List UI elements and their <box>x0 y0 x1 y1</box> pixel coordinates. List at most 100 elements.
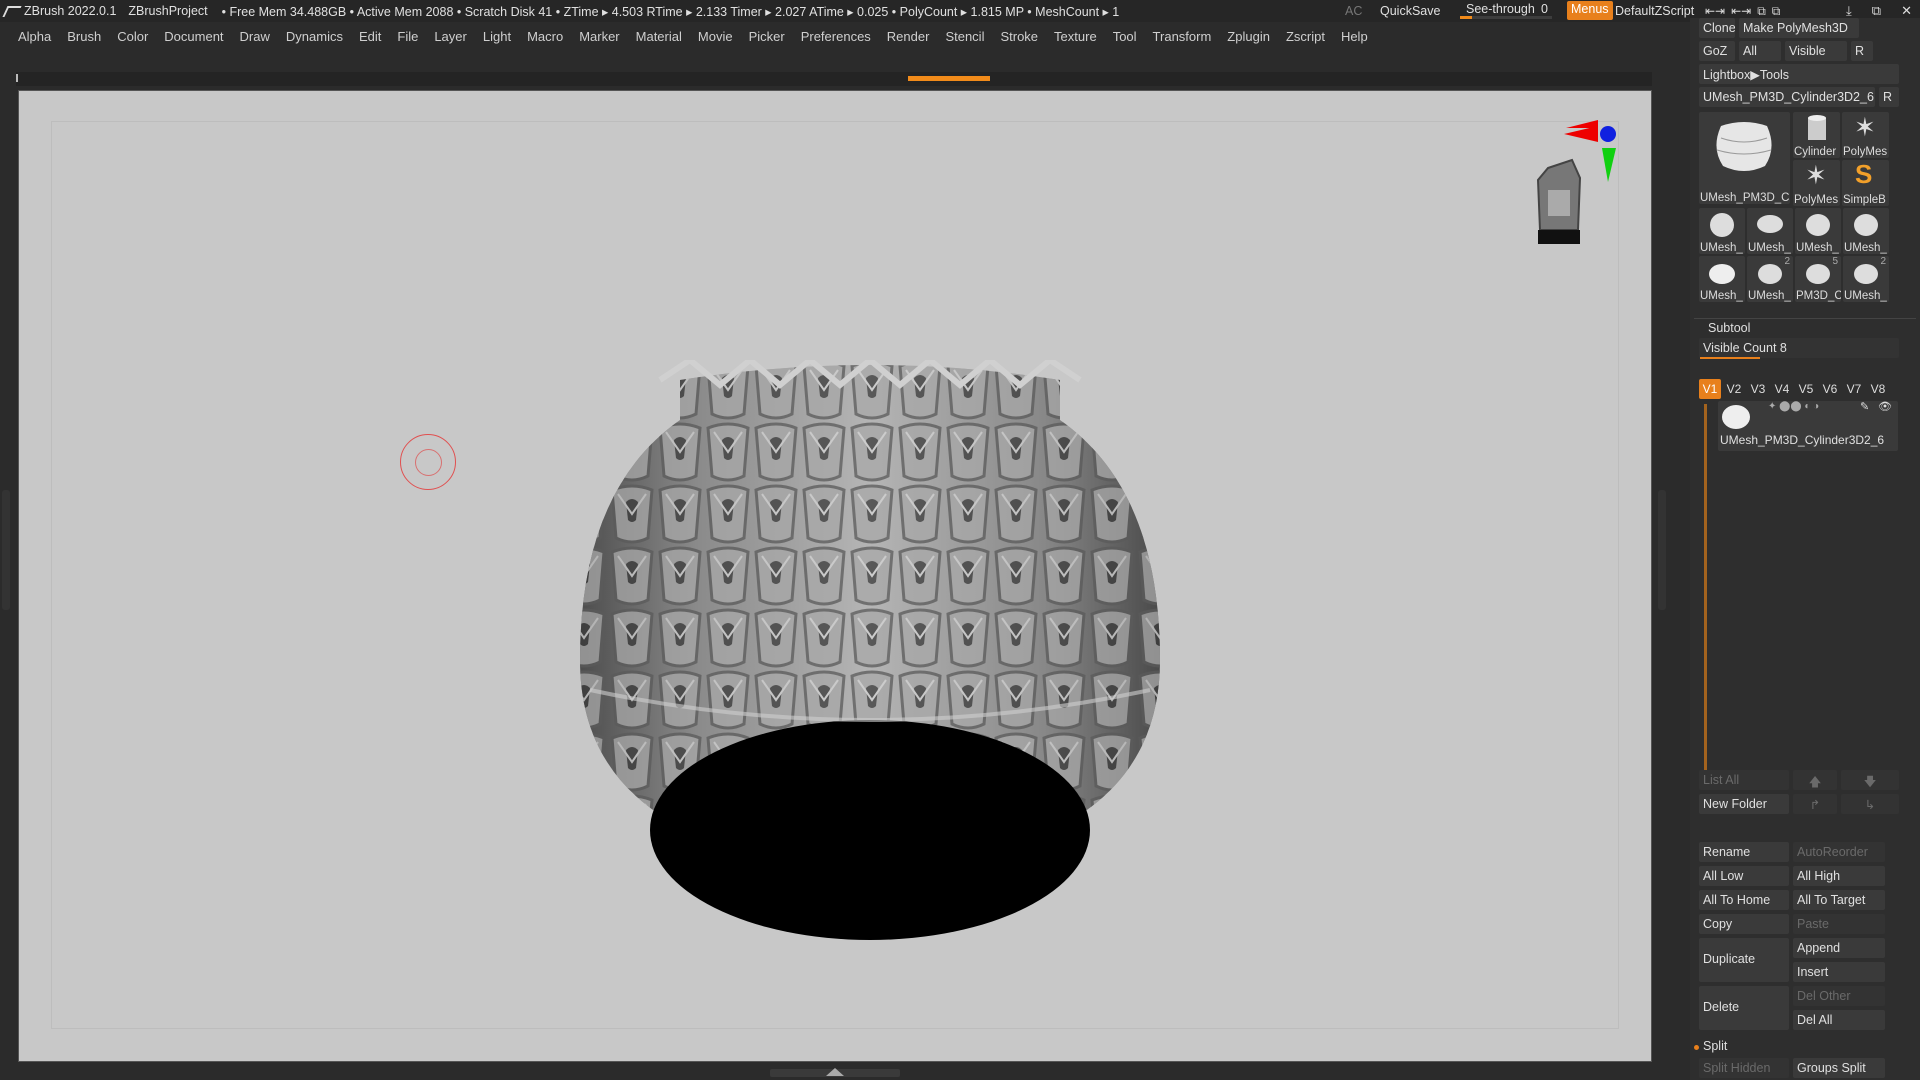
menu-document[interactable]: Document <box>164 29 223 44</box>
autoreorder-button[interactable]: AutoReorder <box>1793 842 1885 862</box>
menu-transform[interactable]: Transform <box>1153 29 1212 44</box>
menu-stroke[interactable]: Stroke <box>1000 29 1038 44</box>
del-other-button[interactable]: Del Other <box>1793 986 1885 1006</box>
navigation-cube[interactable] <box>1510 120 1630 260</box>
clone-button[interactable]: Clone <box>1699 18 1735 38</box>
see-through-slider[interactable]: See-through 0 <box>1460 1 1552 19</box>
subtool-header[interactable]: Subtool <box>1708 321 1750 335</box>
brush-icon[interactable]: ✎ <box>1860 400 1869 413</box>
del-all-button[interactable]: Del All <box>1793 1010 1885 1030</box>
interface-slider2-icon[interactable]: ⇤⇥ <box>1731 4 1751 19</box>
tab-v7[interactable]: V7 <box>1843 379 1865 399</box>
lightbox-tools-button[interactable]: Lightbox▶Tools <box>1699 64 1899 84</box>
menu-color[interactable]: Color <box>117 29 148 44</box>
ac-button[interactable]: AC <box>1345 4 1362 18</box>
list-all-button[interactable]: List All <box>1699 770 1789 790</box>
tool-thumbnail[interactable]: UMesh_ <box>1795 208 1841 254</box>
groups-split-button[interactable]: Groups Split <box>1793 1058 1885 1078</box>
menu-file[interactable]: File <box>397 29 418 44</box>
menu-movie[interactable]: Movie <box>698 29 733 44</box>
polymesh2-tool-thumbnail[interactable]: ✶ PolyMes <box>1793 160 1840 206</box>
visible-count-slider[interactable]: Visible Count 8 <box>1699 338 1899 358</box>
tool-thumbnail[interactable]: 2 UMesh_ <box>1843 256 1889 302</box>
minimize-icon[interactable]: ⤓ <box>1846 3 1852 19</box>
tab-v6[interactable]: V6 <box>1819 379 1841 399</box>
menu-dynamics[interactable]: Dynamics <box>286 29 343 44</box>
tool-thumbnail[interactable]: UMesh_ <box>1699 256 1745 302</box>
simplebrush-tool-thumbnail[interactable]: S SimpleB <box>1842 160 1889 206</box>
default-zscript-button[interactable]: DefaultZScript <box>1615 4 1694 18</box>
all-low-button[interactable]: All Low <box>1699 866 1789 886</box>
tab-v1[interactable]: V1 <box>1699 379 1721 399</box>
menu-macro[interactable]: Macro <box>527 29 563 44</box>
new-folder-button[interactable]: New Folder <box>1699 794 1789 814</box>
tool-thumbnail[interactable]: UMesh_ <box>1747 208 1793 254</box>
cylinder-tool-thumbnail[interactable]: Cylinder <box>1793 112 1840 158</box>
split-section-header[interactable]: Split <box>1703 1039 1727 1053</box>
arrow-forward-icon[interactable]: ↱ <box>1793 794 1837 814</box>
layout-icon[interactable]: ⧉ <box>1757 4 1766 19</box>
copy-button[interactable]: Copy <box>1699 914 1789 934</box>
tool-thumbnail[interactable]: UMesh_ <box>1699 208 1745 254</box>
main-tool-thumbnail[interactable]: UMesh_PM3D_C <box>1699 112 1790 204</box>
menu-stencil[interactable]: Stencil <box>945 29 984 44</box>
tool-thumbnail[interactable]: 5 PM3D_C <box>1795 256 1841 302</box>
tab-v3[interactable]: V3 <box>1747 379 1769 399</box>
eye-icon[interactable]: 👁 <box>1878 400 1892 413</box>
menu-zplugin[interactable]: Zplugin <box>1227 29 1270 44</box>
paste-button[interactable]: Paste <box>1793 914 1885 934</box>
insert-button[interactable]: Insert <box>1793 962 1885 982</box>
menu-alpha[interactable]: Alpha <box>18 29 51 44</box>
tab-v4[interactable]: V4 <box>1771 379 1793 399</box>
menu-help[interactable]: Help <box>1341 29 1368 44</box>
goz-r-button[interactable]: R <box>1851 41 1873 61</box>
menu-picker[interactable]: Picker <box>749 29 785 44</box>
goz-button[interactable]: GoZ <box>1699 41 1735 61</box>
menu-tool[interactable]: Tool <box>1113 29 1137 44</box>
layout2-icon[interactable]: ⧉ <box>1772 4 1781 19</box>
move-up-icon[interactable]: 🡅 <box>1793 770 1837 790</box>
all-high-button[interactable]: All High <box>1793 866 1885 886</box>
sculpt-mesh[interactable] <box>560 360 1180 960</box>
goz-visible-button[interactable]: Visible <box>1785 41 1847 61</box>
menu-edit[interactable]: Edit <box>359 29 381 44</box>
rename-button[interactable]: Rename <box>1699 842 1789 862</box>
arrow-return-icon[interactable]: ↳ <box>1841 794 1899 814</box>
current-tool-slider[interactable]: UMesh_PM3D_Cylinder3D2_6 <box>1699 87 1875 107</box>
quicksave-button[interactable]: QuickSave <box>1380 4 1440 18</box>
tab-v5[interactable]: V5 <box>1795 379 1817 399</box>
duplicate-button[interactable]: Duplicate <box>1699 938 1789 982</box>
menu-draw[interactable]: Draw <box>240 29 270 44</box>
subtool-polypaint-icon[interactable]: ✦ ⬤⬤ ◐ ◑ <box>1768 401 1819 412</box>
make-polymesh-button[interactable]: Make PolyMesh3D <box>1739 18 1859 38</box>
polymesh-tool-thumbnail[interactable]: ✶ PolyMes <box>1842 112 1889 158</box>
goz-all-button[interactable]: All <box>1739 41 1781 61</box>
tool-r-button[interactable]: R <box>1879 87 1899 107</box>
menu-texture[interactable]: Texture <box>1054 29 1097 44</box>
bottom-tray-grip[interactable] <box>770 1068 900 1077</box>
menu-marker[interactable]: Marker <box>579 29 619 44</box>
append-button[interactable]: Append <box>1793 938 1885 958</box>
menu-preferences[interactable]: Preferences <box>801 29 871 44</box>
subtool-list-scrollbar[interactable] <box>1704 404 1707 776</box>
restore-icon[interactable]: ⧉ <box>1872 3 1881 19</box>
menu-render[interactable]: Render <box>887 29 930 44</box>
tab-v8[interactable]: V8 <box>1867 379 1889 399</box>
delete-button[interactable]: Delete <box>1699 986 1789 1030</box>
shelf-active-indicator[interactable] <box>908 76 990 81</box>
menu-zscript[interactable]: Zscript <box>1286 29 1325 44</box>
right-tray-grip[interactable] <box>1658 490 1666 610</box>
left-tray-grip[interactable] <box>2 490 10 610</box>
split-hidden-button[interactable]: Split Hidden <box>1699 1058 1789 1078</box>
tab-v2[interactable]: V2 <box>1723 379 1745 399</box>
menu-light[interactable]: Light <box>483 29 511 44</box>
subtool-item[interactable]: ✦ ⬤⬤ ◐ ◑ ✎ 👁 UMesh_PM3D_Cylinder3D2_6 <box>1718 401 1898 451</box>
menu-brush[interactable]: Brush <box>67 29 101 44</box>
all-to-home-button[interactable]: All To Home <box>1699 890 1789 910</box>
tool-thumbnail[interactable]: UMesh_ <box>1843 208 1889 254</box>
menu-material[interactable]: Material <box>636 29 682 44</box>
tool-thumbnail[interactable]: 2 UMesh_ <box>1747 256 1793 302</box>
menu-layer[interactable]: Layer <box>434 29 467 44</box>
move-down-icon[interactable]: 🡇 <box>1841 770 1899 790</box>
close-icon[interactable]: ✕ <box>1901 3 1912 19</box>
